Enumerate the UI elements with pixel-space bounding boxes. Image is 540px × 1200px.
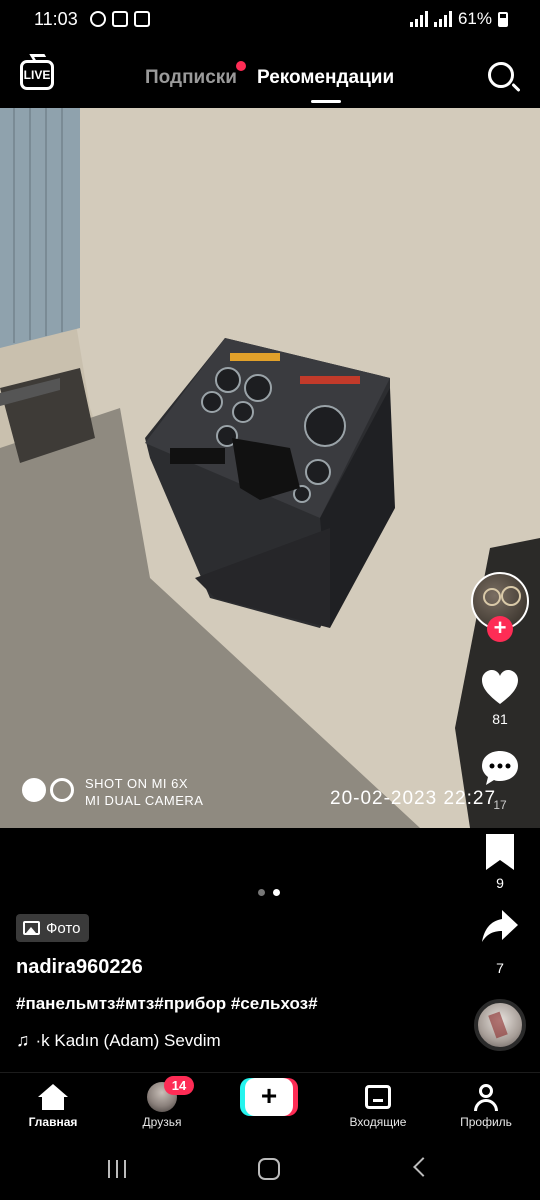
nav-profile-label: Профиль <box>460 1115 512 1129</box>
photo-illustration <box>0 108 540 828</box>
check-icon <box>134 11 150 27</box>
watermark-line1: SHOT ON MI 6X <box>85 776 189 791</box>
battery-percent: 61% <box>457 9 492 28</box>
comment-icon[interactable] <box>480 748 520 788</box>
sound-link[interactable]: ♫ ·k Kadın (Adam) Sevdim <box>16 1030 221 1051</box>
tab-for-you[interactable]: Рекомендации <box>257 67 394 89</box>
create-plus-icon: + <box>245 1078 293 1116</box>
nav-inbox[interactable]: Входящие <box>333 1083 423 1129</box>
page-dot-active <box>273 889 280 896</box>
like-count: 81 <box>492 711 508 727</box>
top-nav: LIVE Подписки Рекомендации <box>0 48 540 108</box>
profile-icon <box>472 1083 500 1111</box>
nav-home-label: Главная <box>28 1115 78 1129</box>
bookmark-icon[interactable] <box>480 832 520 872</box>
battery-icon <box>498 11 508 27</box>
caption-hashtags[interactable]: #панельмтз#мтз#прибор #сельхоз# <box>16 994 318 1014</box>
signal-icon <box>409 11 428 27</box>
sound-disc[interactable] <box>474 999 526 1051</box>
creator-username[interactable]: nadira960226 <box>16 956 143 979</box>
friends-notification-badge: 14 <box>164 1076 194 1095</box>
create-button[interactable]: + <box>240 1078 298 1116</box>
inbox-icon <box>365 1085 391 1109</box>
heart-icon[interactable] <box>480 668 520 708</box>
home-icon <box>38 1084 68 1110</box>
watermark-line2: MI DUAL CAMERA <box>85 793 204 808</box>
signal-icon-2 <box>433 11 452 27</box>
status-bar: 11:03 61% <box>0 0 540 40</box>
status-right: 61% <box>409 9 508 29</box>
system-nav-bar <box>0 1140 540 1200</box>
page-dot <box>258 889 265 896</box>
notification-icons <box>90 11 150 27</box>
status-time: 11:03 <box>34 9 78 29</box>
follow-button[interactable]: + <box>487 616 513 642</box>
active-tab-indicator <box>311 100 341 103</box>
nav-profile[interactable]: Профиль <box>441 1083 531 1129</box>
live-icon[interactable]: LIVE <box>20 60 54 90</box>
vk-icon <box>90 11 106 27</box>
nav-inbox-label: Входящие <box>349 1115 407 1129</box>
image-icon <box>23 921 40 935</box>
recents-button[interactable] <box>108 1160 126 1178</box>
search-icon[interactable] <box>488 62 514 88</box>
following-notification-dot <box>236 61 246 71</box>
gallery-icon <box>112 11 128 27</box>
nav-home[interactable]: Главная <box>8 1083 98 1129</box>
tab-following[interactable]: Подписки <box>145 67 237 89</box>
music-note-icon: ♫ <box>16 1030 30 1050</box>
share-icon[interactable] <box>480 906 520 946</box>
save-count: 9 <box>496 875 504 891</box>
post-photo[interactable]: SHOT ON MI 6X MI DUAL CAMERA 20-02-2023 … <box>0 108 540 828</box>
camera-watermark-logo <box>22 778 74 802</box>
sound-title: ·k Kadın (Adam) Sevdim <box>35 1030 221 1050</box>
photo-pagination <box>258 889 280 896</box>
photo-mode-badge: Фото <box>16 914 90 942</box>
camera-watermark: SHOT ON MI 6X MI DUAL CAMERA <box>85 775 203 809</box>
nav-friends[interactable]: Друзья <box>117 1082 207 1129</box>
photo-badge-label: Фото <box>46 919 81 937</box>
nav-friends-label: Друзья <box>142 1115 182 1129</box>
back-button[interactable] <box>413 1157 433 1177</box>
comment-count: 17 <box>493 798 507 812</box>
system-home-button[interactable] <box>258 1158 280 1180</box>
share-count: 7 <box>496 960 504 976</box>
